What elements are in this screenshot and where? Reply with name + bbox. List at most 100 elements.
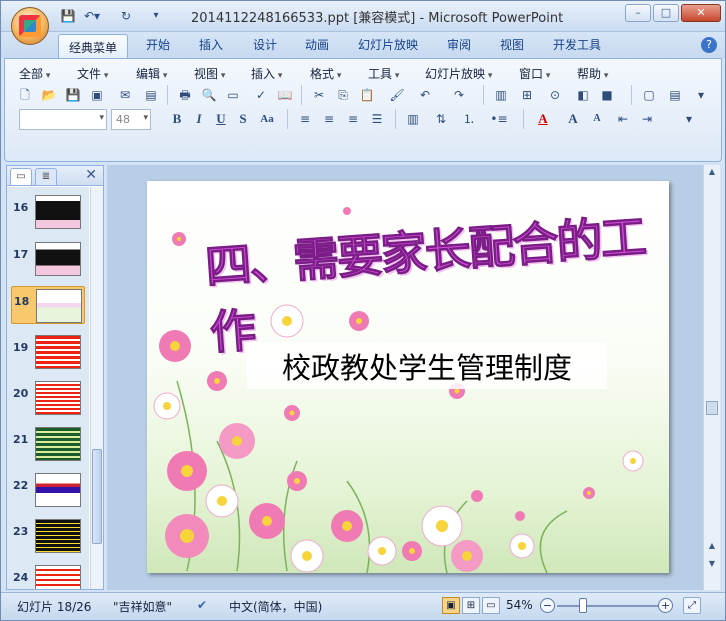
increase-indent-icon[interactable]: ⇥ — [637, 109, 657, 129]
bullets-icon[interactable]: •≡ — [489, 109, 509, 129]
new-slide-icon[interactable]: ▢ — [639, 85, 659, 105]
tab-animation[interactable]: 动画 — [305, 36, 329, 53]
normal-view-icon[interactable]: ▣ — [442, 597, 460, 614]
open-folder-icon[interactable]: 📂 — [39, 85, 59, 105]
redo-icon[interactable]: ↻ — [117, 8, 135, 24]
slide-thumbnail-17[interactable]: 17 — [11, 240, 85, 278]
new-file-icon[interactable]: 🗋 — [15, 85, 35, 105]
slide-preview-icon[interactable]: ▭ — [223, 85, 243, 105]
menu-file[interactable]: 文件 — [77, 65, 108, 82]
layout-icon[interactable]: ▤ — [665, 85, 685, 105]
color-grayscale-icon[interactable]: ◧ — [573, 85, 593, 105]
more-icon[interactable]: ▾ — [679, 109, 699, 129]
slide-thumbnail-23[interactable]: 23 — [11, 517, 85, 555]
scrollbar-thumb[interactable] — [706, 401, 718, 415]
slides-tab-icon[interactable]: ▭ — [10, 168, 32, 185]
menu-tools[interactable]: 工具 — [368, 65, 399, 82]
panel-scrollbar[interactable] — [90, 187, 103, 589]
chart-icon[interactable]: ▥ — [491, 85, 511, 105]
bold-button[interactable]: B — [167, 109, 187, 129]
table-icon[interactable]: ⊞ — [517, 85, 537, 105]
slide-sorter-icon[interactable]: ⊞ — [462, 597, 480, 614]
help-icon[interactable]: ? — [701, 37, 717, 53]
text-direction-icon[interactable]: ⇅ — [431, 109, 451, 129]
shadow-button[interactable]: S — [233, 109, 253, 129]
print-preview-icon[interactable]: 🔍 — [199, 85, 219, 105]
maximize-button[interactable]: □ — [653, 4, 679, 22]
tab-design[interactable]: 设计 — [253, 36, 277, 53]
menu-help[interactable]: 帮助 — [577, 65, 608, 82]
outline-tab-icon[interactable]: ≣ — [35, 168, 57, 185]
previous-slide-icon[interactable]: ▲ — [706, 541, 718, 555]
zoom-slider-thumb[interactable] — [579, 598, 587, 613]
spell-check-icon[interactable]: ✔ — [197, 598, 207, 612]
cut-icon[interactable]: ✂ — [309, 85, 329, 105]
slide-thumbnail-18[interactable]: 18 — [11, 286, 85, 324]
slide-body-text[interactable]: 校政教处学生管理制度 — [247, 343, 607, 389]
tab-view[interactable]: 视图 — [500, 36, 524, 53]
justify-icon[interactable]: ☰ — [367, 109, 387, 129]
slide-thumbnail-21[interactable]: 21 — [11, 425, 85, 463]
color-swatch-icon[interactable]: ■ — [597, 85, 617, 105]
zoom-out-icon[interactable]: − — [540, 598, 555, 613]
scrollbar-thumb[interactable] — [92, 449, 102, 544]
columns-icon[interactable]: ▥ — [403, 109, 423, 129]
slide-thumbnail-24[interactable]: 24 — [11, 563, 85, 589]
font-color-button[interactable]: A — [533, 109, 553, 129]
align-left-icon[interactable]: ≡ — [295, 109, 315, 129]
slide-thumbnail-22[interactable]: 22 — [11, 471, 85, 509]
menu-all[interactable]: 全部 — [19, 65, 50, 82]
tab-home[interactable]: 开始 — [146, 36, 170, 53]
pdf-icon[interactable]: ▤ — [141, 85, 161, 105]
menu-window[interactable]: 窗口 — [519, 65, 550, 82]
tab-slideshow[interactable]: 幻灯片放映 — [358, 36, 418, 53]
decrease-indent-icon[interactable]: ⇤ — [613, 109, 633, 129]
shrink-font-button[interactable]: A — [587, 109, 607, 129]
undo-icon[interactable]: ↶ — [415, 85, 435, 105]
menu-view[interactable]: 视图 — [194, 65, 225, 82]
align-right-icon[interactable]: ≡ — [343, 109, 363, 129]
workspace-scrollbar[interactable]: ▲ ▲ ▼ — [703, 165, 720, 590]
link-icon[interactable]: ⊙ — [545, 85, 565, 105]
slide-thumbnail-16[interactable]: 16 — [11, 193, 85, 231]
next-slide-icon[interactable]: ▼ — [706, 559, 718, 573]
underline-button[interactable]: U — [211, 109, 231, 129]
permission-icon[interactable]: ▣ — [87, 85, 107, 105]
slide-thumbnail-19[interactable]: 19 — [11, 333, 85, 371]
save-icon[interactable]: 💾 — [59, 8, 77, 24]
tab-classic-menu[interactable]: 经典菜单 — [58, 34, 129, 59]
zoom-in-icon[interactable]: + — [658, 598, 673, 613]
zoom-slider-track[interactable] — [557, 605, 661, 607]
font-size-combo[interactable]: 48 ▾ — [111, 109, 151, 130]
numbering-icon[interactable]: ⒈ — [459, 109, 479, 129]
more-icon[interactable]: ▾ — [691, 85, 711, 105]
print-icon[interactable]: 🖶 — [175, 85, 195, 105]
save-icon[interactable]: 💾 — [63, 85, 83, 105]
minimize-button[interactable]: – — [625, 4, 651, 22]
font-name-combo[interactable]: ▾ — [19, 109, 107, 130]
slide-thumbnail-20[interactable]: 20 — [11, 379, 85, 417]
align-center-icon[interactable]: ≡ — [319, 109, 339, 129]
research-icon[interactable]: 📖 — [275, 85, 295, 105]
scroll-up-icon[interactable]: ▲ — [706, 167, 718, 181]
zoom-level[interactable]: 54% — [506, 598, 533, 612]
slideshow-icon[interactable]: ▭ — [482, 597, 500, 614]
tab-review[interactable]: 审阅 — [447, 36, 471, 53]
email-icon[interactable]: ✉ — [115, 85, 135, 105]
menu-edit[interactable]: 编辑 — [136, 65, 167, 82]
tab-insert[interactable]: 插入 — [199, 36, 223, 53]
undo-icon[interactable]: ↶▾ — [83, 8, 101, 24]
office-button[interactable] — [11, 7, 49, 45]
copy-icon[interactable]: ⎘ — [333, 85, 353, 105]
customize-icon[interactable]: ▾ — [147, 8, 165, 24]
menu-format[interactable]: 格式 — [310, 65, 341, 82]
spelling-icon[interactable]: ✓ — [251, 85, 271, 105]
menu-insert[interactable]: 插入 — [251, 65, 282, 82]
grow-font-button[interactable]: A — [563, 109, 583, 129]
italic-button[interactable]: I — [189, 109, 209, 129]
tab-developer[interactable]: 开发工具 — [553, 36, 601, 53]
menu-slideshow[interactable]: 幻灯片放映 — [425, 65, 492, 82]
close-button[interactable]: ✕ — [681, 4, 721, 22]
paste-icon[interactable]: 📋 — [357, 85, 377, 105]
close-icon[interactable]: ✕ — [85, 167, 97, 183]
